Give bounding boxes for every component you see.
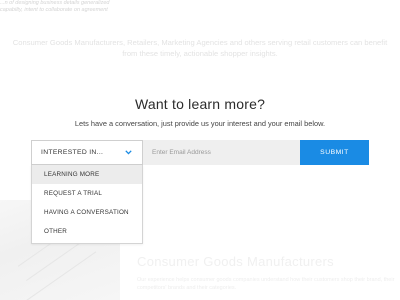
submit-button[interactable]: SUBMIT xyxy=(300,140,369,165)
dropdown-option-having-conversation[interactable]: HAVING A CONVERSATION xyxy=(32,203,142,222)
chevron-down-icon xyxy=(125,150,132,155)
interest-select-label: INTERESTED IN... xyxy=(41,149,104,156)
background-section-heading: Consumer Goods Manufacturers xyxy=(137,254,334,269)
email-field[interactable] xyxy=(143,140,300,165)
form-subtitle: Lets have a conversation, just provide u… xyxy=(74,119,326,128)
dropdown-option-learning-more[interactable]: LEARNING MORE xyxy=(32,165,142,184)
background-intro-text: Consumer Goods Manufacturers, Retailers,… xyxy=(12,38,388,58)
interest-select[interactable]: INTERESTED IN... xyxy=(31,140,143,165)
dropdown-option-other[interactable]: OTHER xyxy=(32,222,142,241)
background-snippet: ...n of designing business details gener… xyxy=(0,0,110,13)
form-title: Want to learn more? xyxy=(134,96,266,112)
dropdown-option-request-trial[interactable]: REQUEST A TRIAL xyxy=(32,184,142,203)
background-section-body: Our experience helps consumer goods comp… xyxy=(137,277,395,291)
interest-dropdown-menu: LEARNING MORE REQUEST A TRIAL HAVING A C… xyxy=(31,165,143,244)
